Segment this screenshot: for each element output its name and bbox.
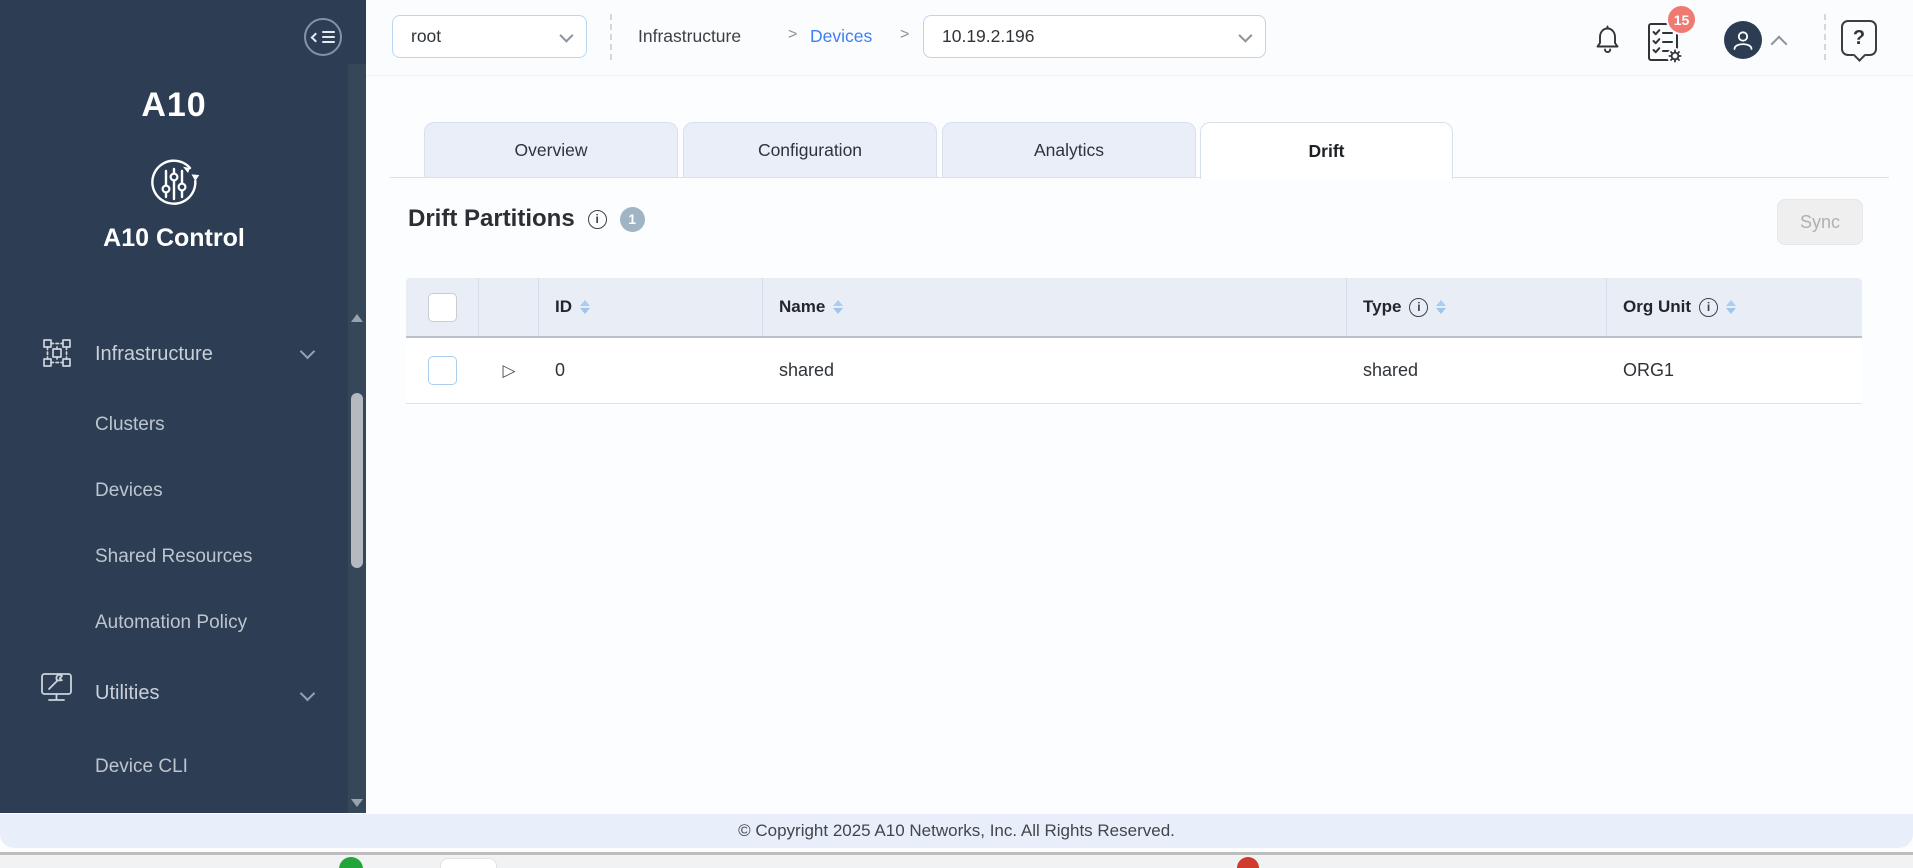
taskbar-red-app-icon[interactable] — [1237, 857, 1259, 868]
column-header-org-unit: Org Unit i — [1607, 278, 1862, 336]
breadcrumb-devices-link[interactable]: Devices — [810, 26, 872, 47]
device-select[interactable]: 10.19.2.196 — [923, 15, 1266, 58]
tab-analytics[interactable]: Analytics — [942, 122, 1196, 177]
column-header-name: Name — [763, 278, 1347, 336]
network-nodes-icon — [43, 339, 71, 367]
a10-logo: A10 — [141, 86, 207, 124]
sidebar-scroll-up-arrow-icon[interactable] — [351, 314, 363, 322]
sort-icon[interactable] — [1726, 300, 1736, 314]
select-all-checkbox[interactable] — [427, 292, 457, 322]
sidebar-item-device-cli[interactable]: Device CLI — [0, 744, 348, 788]
tab-divider-line — [390, 177, 1889, 178]
sidebar-item-shared-resources[interactable]: Shared Resources — [0, 534, 348, 578]
device-select-value: 10.19.2.196 — [942, 26, 1035, 46]
sidebar-item-infrastructure-label: Infrastructure — [95, 343, 213, 365]
sidebar-item-utilities-label: Utilities — [95, 682, 160, 704]
chevron-up-icon[interactable] — [1770, 35, 1788, 53]
table-row: ▷ 0 shared shared ORG1 — [406, 338, 1862, 404]
sync-button[interactable]: Sync — [1777, 199, 1863, 245]
taskbar-active-window-pill[interactable] — [440, 858, 497, 868]
question-mark-icon: ? — [1852, 26, 1866, 49]
notifications-bell-icon[interactable] — [1594, 24, 1621, 54]
sort-icon[interactable] — [580, 300, 590, 314]
cell-org-unit: ORG1 — [1623, 360, 1675, 380]
sort-icon[interactable] — [833, 300, 844, 314]
chevron-down-icon — [1238, 28, 1253, 43]
taskbar-green-app-icon[interactable] — [339, 857, 363, 868]
sidebar-group-infrastructure[interactable]: Infrastructure — [0, 330, 348, 378]
monitor-wrench-icon — [41, 673, 72, 701]
sidebar-scrollbar-thumb[interactable] — [351, 393, 363, 568]
sidebar-collapse-button[interactable] — [304, 18, 342, 56]
org-select-value: root — [411, 26, 442, 46]
cell-name: shared — [779, 360, 835, 380]
divider — [1824, 14, 1826, 60]
page-title: Drift Partitions — [408, 205, 575, 232]
taskbar — [0, 855, 1913, 868]
breadcrumb-separator: > — [788, 26, 798, 43]
drift-partitions-table: ID Name Type i Org Unit i ▷ 0 shared sha… — [406, 278, 1862, 404]
org-hierarchy-select[interactable]: root — [392, 15, 587, 58]
column-header-id: ID — [539, 278, 763, 336]
copyright-footer: © Copyright 2025 A10 Networks, Inc. All … — [0, 814, 1913, 848]
sidebar-group-utilities[interactable]: Utilities — [0, 668, 348, 718]
sidebar-scroll-down-arrow-icon[interactable] — [351, 799, 363, 807]
table-header-row: ID Name Type i Org Unit i — [406, 278, 1862, 338]
notification-count-badge[interactable]: 15 — [1666, 4, 1697, 35]
breadcrumb-separator: > — [900, 26, 910, 43]
cell-type: shared — [1363, 360, 1419, 380]
page-title-row: Drift Partitions i 1 — [408, 203, 645, 235]
person-icon — [1733, 31, 1753, 50]
info-icon[interactable]: i — [1409, 297, 1429, 317]
a10-control-app: A10 A10 Control Infrastructure Clusters … — [0, 0, 1913, 868]
column-header-type: Type i — [1347, 278, 1607, 336]
sort-icon[interactable] — [1436, 300, 1447, 314]
breadcrumb-infrastructure: Infrastructure — [638, 26, 742, 46]
chevron-down-icon — [299, 685, 316, 702]
chevron-down-icon — [299, 343, 316, 360]
a10-control-logo-icon — [151, 159, 200, 205]
topbar: root Infrastructure > Devices > 10.19.2.… — [366, 0, 1913, 76]
sidebar: A10 A10 Control Infrastructure Clusters … — [0, 0, 366, 813]
product-name: A10 Control — [103, 224, 245, 252]
divider — [610, 14, 612, 60]
help-bubble-tail — [1853, 49, 1866, 62]
tab-configuration[interactable]: Configuration — [683, 122, 937, 177]
row-expander-icon[interactable]: ▷ — [502, 361, 515, 381]
cell-id: 0 — [555, 360, 566, 380]
tab-overview[interactable]: Overview — [424, 122, 678, 177]
user-avatar[interactable] — [1724, 21, 1762, 59]
menu-bars-icon — [321, 31, 335, 43]
info-icon[interactable]: i — [587, 209, 607, 229]
tab-drift[interactable]: Drift — [1200, 122, 1453, 179]
chevron-left-icon — [310, 32, 320, 42]
sidebar-item-clusters[interactable]: Clusters — [0, 402, 348, 446]
chevron-down-icon — [559, 28, 574, 43]
row-checkbox[interactable] — [428, 356, 457, 385]
help-button[interactable]: ? — [1841, 20, 1877, 62]
sidebar-item-devices[interactable]: Devices — [0, 468, 348, 512]
sidebar-item-automation-policy[interactable]: Automation Policy — [0, 600, 348, 644]
expander-column-header — [479, 278, 539, 336]
info-icon[interactable]: i — [1699, 297, 1718, 317]
partition-count-badge: 1 — [619, 206, 645, 232]
